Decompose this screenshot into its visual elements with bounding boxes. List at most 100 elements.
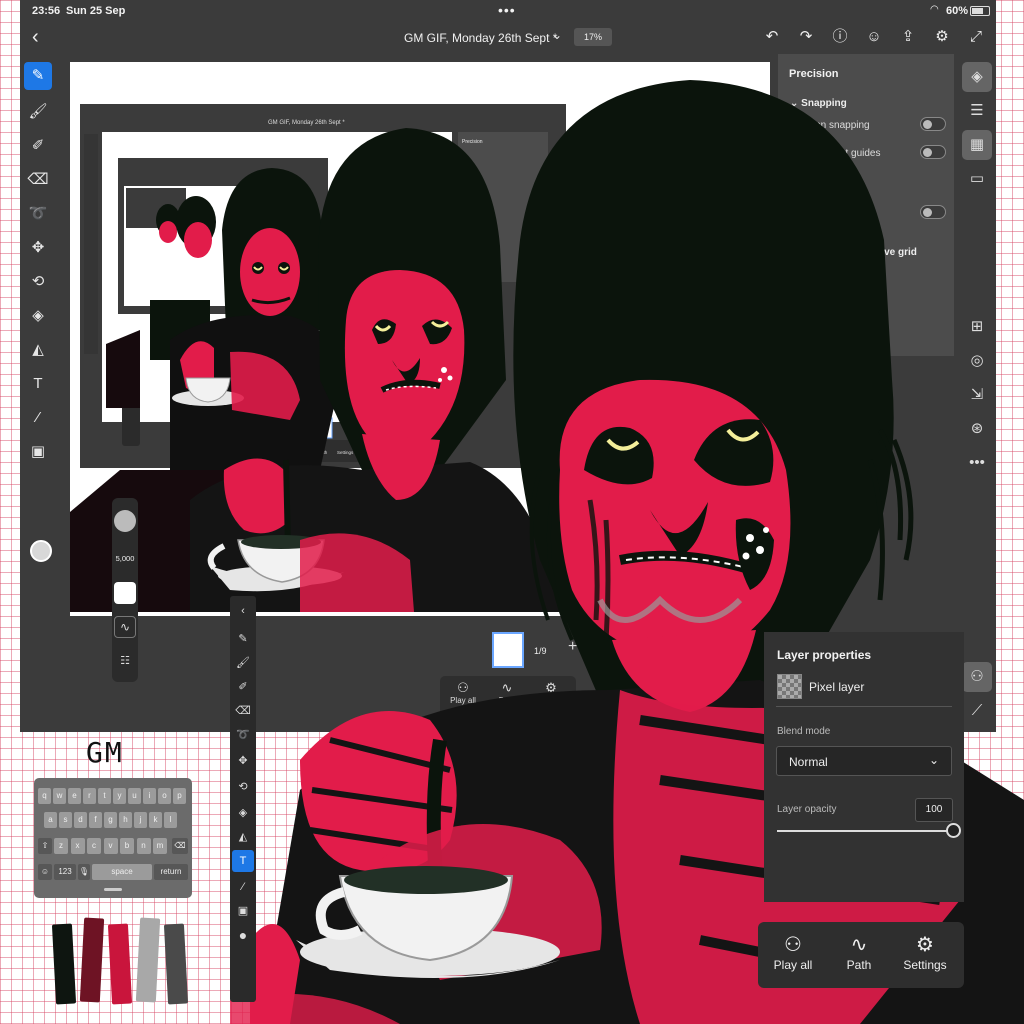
transform-icon[interactable]: ⟲ <box>24 268 52 296</box>
mini-path-button[interactable]: ∿ Path <box>486 680 528 705</box>
key-o[interactable]: o <box>158 788 171 804</box>
drawing-canvas[interactable] <box>70 62 770 616</box>
zoom-level[interactable]: 17% <box>574 28 612 46</box>
key-n[interactable]: n <box>136 838 151 854</box>
smudge-icon[interactable]: ✐ <box>232 676 254 698</box>
key-b[interactable]: b <box>120 838 134 854</box>
key-y[interactable]: y <box>113 788 126 804</box>
key-t[interactable]: t <box>98 788 111 804</box>
brush-settings-icon[interactable]: ☷ <box>114 650 136 672</box>
undo-icon[interactable]: ↶ <box>762 27 782 47</box>
backspace-key-icon[interactable]: ⌫ <box>172 838 188 854</box>
numbers-key[interactable]: 123 <box>54 864 76 880</box>
palette-swatch[interactable] <box>163 923 189 1005</box>
layer-opacity-input[interactable]: 100 <box>915 798 953 822</box>
fullscreen-icon[interactable]: ⤢ <box>966 27 986 47</box>
add-layer-icon[interactable]: ⊞ <box>962 312 992 342</box>
space-key[interactable]: space <box>92 864 152 880</box>
key-d[interactable]: d <box>74 812 87 828</box>
move-icon[interactable]: ✥ <box>232 750 254 772</box>
fill-bucket-icon[interactable]: ◈ <box>232 802 254 824</box>
eyedropper-icon[interactable]: ⁄ <box>24 404 52 432</box>
back-chevron-icon[interactable]: ‹ <box>32 26 39 49</box>
transform-icon[interactable]: ⟲ <box>232 776 254 798</box>
eraser-icon[interactable]: ⌫ <box>24 166 52 194</box>
visibility-icon[interactable]: ◎ <box>962 346 992 376</box>
palette-swatch[interactable] <box>107 923 133 1005</box>
shape-icon[interactable]: ◭ <box>24 336 52 364</box>
eraser-icon[interactable]: ⌫ <box>232 700 254 722</box>
snapping-heading[interactable]: ⌄ Snapping <box>790 98 847 109</box>
grid-toggle[interactable] <box>920 205 946 219</box>
brush-color-square[interactable] <box>114 582 136 604</box>
key-k[interactable]: k <box>149 812 162 828</box>
key-v[interactable]: v <box>103 838 118 854</box>
share-user-icon[interactable]: ☺ <box>864 27 884 47</box>
shift-key-icon[interactable]: ⇧ <box>38 838 52 854</box>
black-color-swatch[interactable]: ● <box>232 924 254 946</box>
key-p[interactable]: p <box>173 788 186 804</box>
slider-knob[interactable] <box>946 823 961 838</box>
layer-thumbnail[interactable] <box>777 674 802 699</box>
paint-icon[interactable]: 🖌 <box>232 652 254 674</box>
text-tool-icon[interactable]: T <box>232 850 254 872</box>
key-h[interactable]: h <box>119 812 132 828</box>
document-title[interactable]: GM GIF, Monday 26th Sept * <box>404 31 557 45</box>
eyedropper-icon[interactable]: ⁄ <box>232 876 254 898</box>
redo-icon[interactable]: ↷ <box>796 27 816 47</box>
brush-icon[interactable]: 🖌 <box>24 98 52 126</box>
key-s[interactable]: s <box>59 812 72 828</box>
key-x[interactable]: x <box>70 838 85 854</box>
emoji-key-icon[interactable]: ☺ <box>38 864 52 880</box>
mini-play-all-button[interactable]: ⚇ Play all <box>442 680 484 705</box>
help-icon[interactable]: ⓘ <box>830 27 850 47</box>
key-i[interactable]: i <box>143 788 156 804</box>
fill-bucket-icon[interactable]: ◈ <box>24 302 52 330</box>
ruler-icon[interactable]: ⟋ <box>962 696 992 726</box>
brush-size-value[interactable]: 5,000 <box>112 554 138 563</box>
lasso-icon[interactable]: ➰ <box>232 724 254 746</box>
layer-name[interactable]: Pixel layer <box>809 680 864 694</box>
gear-icon[interactable]: ⚙ <box>932 27 952 47</box>
play-all-button[interactable]: ⚇ Play all <box>762 932 824 972</box>
color-swatch[interactable] <box>30 540 52 562</box>
key-a[interactable]: a <box>44 812 57 828</box>
key-z[interactable]: z <box>54 838 68 854</box>
palette-swatch[interactable] <box>79 917 105 1003</box>
key-c[interactable]: c <box>87 838 101 854</box>
chevron-down-icon[interactable]: ⌄ <box>552 28 562 42</box>
grid-icon[interactable]: ▦ <box>962 130 992 160</box>
add-frame-icon[interactable]: + <box>568 638 577 656</box>
multitasking-dots-icon[interactable]: ••• <box>498 2 516 18</box>
blend-mode-select[interactable]: Normal ⌄ <box>776 746 952 776</box>
key-e[interactable]: e <box>68 788 81 804</box>
move-icon[interactable]: ✥ <box>24 234 52 262</box>
key-q[interactable]: q <box>38 788 51 804</box>
mic-key-icon[interactable]: 🎙 <box>78 864 90 880</box>
text-tool-icon[interactable]: T <box>24 370 52 398</box>
key-j[interactable]: j <box>134 812 147 828</box>
brush-preview[interactable] <box>114 510 136 532</box>
rotation-snapping-toggle[interactable] <box>920 117 946 131</box>
key-r[interactable]: r <box>83 788 96 804</box>
image-icon[interactable]: ▣ <box>24 438 52 466</box>
frame-thumbnail[interactable] <box>492 632 524 668</box>
smudge-icon[interactable]: ✐ <box>24 132 52 160</box>
alignment-guides-toggle[interactable] <box>920 145 946 159</box>
export-icon[interactable]: ⇪ <box>898 27 918 47</box>
key-l[interactable]: l <box>164 812 177 828</box>
palette-swatch[interactable] <box>135 917 161 1003</box>
key-u[interactable]: u <box>128 788 141 804</box>
import-icon[interactable]: ⇲ <box>962 380 992 410</box>
adjustments-icon[interactable]: ☰ <box>962 96 992 126</box>
settings-button[interactable]: ⚙ Settings <box>894 932 956 972</box>
brush-tool-icon[interactable]: ✎ <box>232 628 254 650</box>
blend-circles-icon[interactable]: ⊛ <box>962 414 992 444</box>
stroke-wave-icon[interactable]: ∿ <box>114 616 136 638</box>
shape-icon[interactable]: ◭ <box>232 826 254 848</box>
path-button[interactable]: ∿ Path <box>828 932 890 972</box>
key-f[interactable]: f <box>89 812 102 828</box>
keyboard-handle[interactable] <box>104 888 122 891</box>
layer-opacity-slider[interactable] <box>777 823 961 838</box>
image-icon[interactable]: ▣ <box>232 900 254 922</box>
